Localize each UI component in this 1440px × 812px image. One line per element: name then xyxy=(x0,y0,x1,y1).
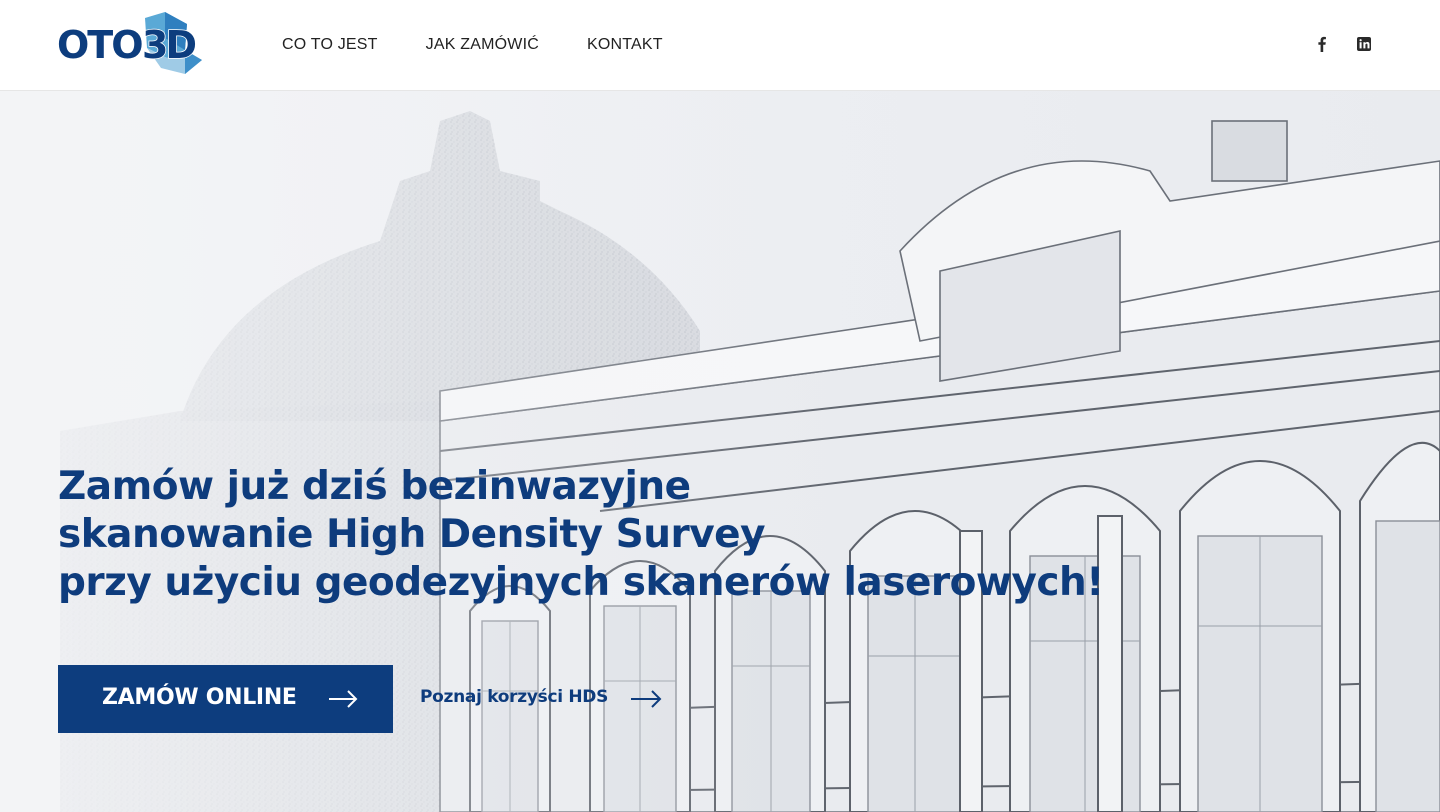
hds-benefits-label: Poznaj korzyści HDS xyxy=(420,687,609,707)
hero-section: Zamów już dziś bezinwazyjne skanowanie H… xyxy=(0,91,1440,812)
facebook-icon[interactable] xyxy=(1314,35,1330,53)
headline-line: Zamów już dziś bezinwazyjne xyxy=(58,464,691,509)
nav-item-co-to-jest[interactable]: CO TO JEST xyxy=(282,36,378,54)
linkedin-icon[interactable] xyxy=(1356,35,1372,53)
main-nav: CO TO JEST JAK ZAMÓWIĆ KONTAKT xyxy=(282,0,711,90)
order-online-button[interactable]: ZAMÓW ONLINE xyxy=(58,665,393,733)
arrow-right-icon xyxy=(329,690,358,708)
oto3d-logo-icon: OTO 3D xyxy=(57,12,202,74)
svg-text:3D: 3D xyxy=(142,23,195,67)
nav-item-jak-zamowic[interactable]: JAK ZAMÓWIĆ xyxy=(426,36,539,54)
headline-line: przy użyciu geodezyjnych skanerów lasero… xyxy=(58,560,1104,605)
headline-line: skanowanie High Density Survey xyxy=(58,512,766,557)
arrow-right-icon xyxy=(631,690,662,708)
social-links xyxy=(1288,35,1372,53)
hero-headline: Zamów już dziś bezinwazyjne skanowanie H… xyxy=(58,463,1258,607)
nav-item-kontakt[interactable]: KONTAKT xyxy=(587,36,663,54)
page: OTO 3D CO TO JEST JAK ZAMÓWIĆ KONTAKT Za… xyxy=(0,0,1440,812)
svg-text:OTO: OTO xyxy=(57,23,142,67)
order-online-label: ZAMÓW ONLINE xyxy=(102,685,297,710)
logo[interactable]: OTO 3D xyxy=(57,12,207,78)
hds-benefits-link[interactable]: Poznaj korzyści HDS xyxy=(420,687,662,708)
site-header: OTO 3D CO TO JEST JAK ZAMÓWIĆ KONTAKT xyxy=(0,0,1440,91)
